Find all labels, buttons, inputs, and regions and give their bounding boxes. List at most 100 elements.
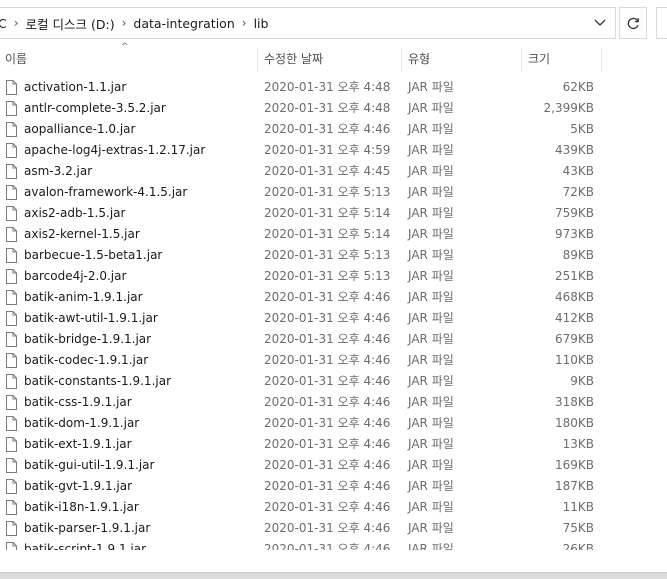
file-row[interactable]: batik-css-1.9.1.jar 2020-01-31 오후 4:46 J… [0, 392, 667, 413]
column-header-date-label: 수정한 날짜 [264, 51, 324, 66]
horizontal-scrollbar[interactable] [0, 572, 667, 579]
file-row[interactable]: asm-3.2.jar 2020-01-31 오후 4:45 JAR 파일 43… [0, 161, 667, 182]
file-row[interactable]: batik-gui-util-1.9.1.jar 2020-01-31 오후 4… [0, 455, 667, 476]
file-modified-date: 2020-01-31 오후 4:48 [264, 101, 391, 115]
file-size: 2,399KB [543, 101, 594, 115]
file-name: barbecue-1.5-beta1.jar [24, 248, 163, 262]
file-row[interactable]: batik-dom-1.9.1.jar 2020-01-31 오후 4:46 J… [0, 413, 667, 434]
file-modified-date: 2020-01-31 오후 5:13 [264, 248, 391, 262]
file-row[interactable]: batik-ext-1.9.1.jar 2020-01-31 오후 4:46 J… [0, 434, 667, 455]
file-size: 679KB [554, 332, 594, 346]
breadcrumb-lib[interactable]: lib [254, 16, 269, 31]
file-size: 75KB [562, 521, 594, 535]
file-name: avalon-framework-4.1.5.jar [24, 185, 188, 199]
file-name: batik-script-1.9.1.jar [24, 542, 147, 550]
file-icon [6, 332, 17, 347]
breadcrumb-local-disk[interactable]: 로컬 디스크 (D:) [26, 14, 115, 33]
file-name: batik-i18n-1.9.1.jar [24, 500, 139, 514]
file-name: batik-bridge-1.9.1.jar [24, 332, 152, 346]
file-row[interactable]: batik-anim-1.9.1.jar 2020-01-31 오후 4:46 … [0, 287, 667, 308]
breadcrumb-drive-root[interactable]: C [0, 16, 7, 31]
file-type: JAR 파일 [408, 185, 454, 199]
file-size: 251KB [554, 269, 594, 283]
file-row[interactable]: batik-gvt-1.9.1.jar 2020-01-31 오후 4:46 J… [0, 476, 667, 497]
file-modified-date: 2020-01-31 오후 4:46 [264, 437, 391, 451]
column-header-type[interactable]: 유형 [402, 44, 521, 72]
file-row[interactable]: batik-script-1.9.1.jar 2020-01-31 오후 4:4… [0, 539, 667, 550]
file-type: JAR 파일 [408, 437, 454, 451]
file-row[interactable]: avalon-framework-4.1.5.jar 2020-01-31 오후… [0, 182, 667, 203]
file-row[interactable]: batik-parser-1.9.1.jar 2020-01-31 오후 4:4… [0, 518, 667, 539]
file-row[interactable]: batik-codec-1.9.1.jar 2020-01-31 오후 4:46… [0, 350, 667, 371]
file-icon [6, 269, 17, 284]
search-box[interactable] [656, 7, 667, 39]
chevron-right-icon[interactable]: › [14, 16, 19, 30]
column-divider[interactable] [601, 48, 602, 72]
file-modified-date: 2020-01-31 오후 4:46 [264, 353, 391, 367]
chevron-right-icon[interactable]: › [122, 16, 127, 30]
file-icon [6, 542, 17, 550]
file-size: 759KB [554, 206, 594, 220]
file-type: JAR 파일 [408, 521, 454, 535]
file-name: aopalliance-1.0.jar [24, 122, 136, 136]
column-header-date[interactable]: 수정한 날짜 [258, 44, 401, 72]
file-modified-date: 2020-01-31 오후 5:14 [264, 227, 391, 241]
file-modified-date: 2020-01-31 오후 4:48 [264, 80, 391, 94]
file-size: 468KB [554, 290, 594, 304]
file-row[interactable]: barcode4j-2.0.jar 2020-01-31 오후 5:13 JAR… [0, 266, 667, 287]
file-type: JAR 파일 [408, 164, 454, 178]
file-row[interactable]: batik-bridge-1.9.1.jar 2020-01-31 오후 4:4… [0, 329, 667, 350]
file-row[interactable]: apache-log4j-extras-1.2.17.jar 2020-01-3… [0, 140, 667, 161]
file-name: activation-1.1.jar [24, 80, 127, 94]
chevron-down-icon[interactable] [593, 16, 607, 30]
file-type: JAR 파일 [408, 269, 454, 283]
file-icon [6, 437, 17, 452]
chevron-right-icon[interactable]: › [242, 16, 247, 30]
file-size: 973KB [554, 227, 594, 241]
file-icon [6, 521, 17, 536]
file-row[interactable]: batik-i18n-1.9.1.jar 2020-01-31 오후 4:46 … [0, 497, 667, 518]
file-size: 62KB [562, 80, 594, 94]
file-size: 187KB [554, 479, 594, 493]
file-row[interactable]: batik-constants-1.9.1.jar 2020-01-31 오후 … [0, 371, 667, 392]
column-header-name[interactable]: 이름 [0, 44, 257, 72]
column-header-type-label: 유형 [408, 51, 431, 66]
file-modified-date: 2020-01-31 오후 4:46 [264, 374, 391, 388]
file-name: axis2-adb-1.5.jar [24, 206, 126, 220]
file-name: asm-3.2.jar [24, 164, 93, 178]
file-row[interactable]: activation-1.1.jar 2020-01-31 오후 4:48 JA… [0, 77, 667, 98]
file-row[interactable]: aopalliance-1.0.jar 2020-01-31 오후 4:46 J… [0, 119, 667, 140]
file-name: apache-log4j-extras-1.2.17.jar [24, 143, 206, 157]
file-row[interactable]: antlr-complete-3.5.2.jar 2020-01-31 오후 4… [0, 98, 667, 119]
file-row[interactable]: axis2-kernel-1.5.jar 2020-01-31 오후 5:14 … [0, 224, 667, 245]
file-name: batik-css-1.9.1.jar [24, 395, 132, 409]
file-icon [6, 311, 17, 326]
file-type: JAR 파일 [408, 206, 454, 220]
file-name: axis2-kernel-1.5.jar [24, 227, 140, 241]
breadcrumb-data-integration[interactable]: data-integration [133, 16, 234, 31]
file-name: batik-parser-1.9.1.jar [24, 521, 151, 535]
column-header-size[interactable]: 크기 [522, 44, 601, 72]
file-row[interactable]: batik-awt-util-1.9.1.jar 2020-01-31 오후 4… [0, 308, 667, 329]
file-size: 318KB [554, 395, 594, 409]
file-type: JAR 파일 [408, 227, 454, 241]
file-row[interactable]: axis2-adb-1.5.jar 2020-01-31 오후 5:14 JAR… [0, 203, 667, 224]
file-type: JAR 파일 [408, 290, 454, 304]
file-name: batik-constants-1.9.1.jar [24, 374, 172, 388]
file-size: 169KB [554, 458, 594, 472]
file-list: activation-1.1.jar 2020-01-31 오후 4:48 JA… [0, 77, 667, 550]
refresh-button[interactable] [619, 7, 647, 39]
file-row[interactable]: barbecue-1.5-beta1.jar 2020-01-31 오후 5:1… [0, 245, 667, 266]
file-type: JAR 파일 [408, 374, 454, 388]
file-modified-date: 2020-01-31 오후 4:46 [264, 395, 391, 409]
file-modified-date: 2020-01-31 오후 4:46 [264, 479, 391, 493]
file-type: JAR 파일 [408, 80, 454, 94]
address-bar[interactable]: C › 로컬 디스크 (D:) › data-integration › lib [0, 7, 616, 39]
file-icon [6, 290, 17, 305]
file-icon [6, 374, 17, 389]
file-type: JAR 파일 [408, 101, 454, 115]
file-modified-date: 2020-01-31 오후 4:46 [264, 416, 391, 430]
column-header-row: ^ 이름 수정한 날짜 유형 크기 [0, 42, 667, 72]
file-icon [6, 185, 17, 200]
file-type: JAR 파일 [408, 248, 454, 262]
